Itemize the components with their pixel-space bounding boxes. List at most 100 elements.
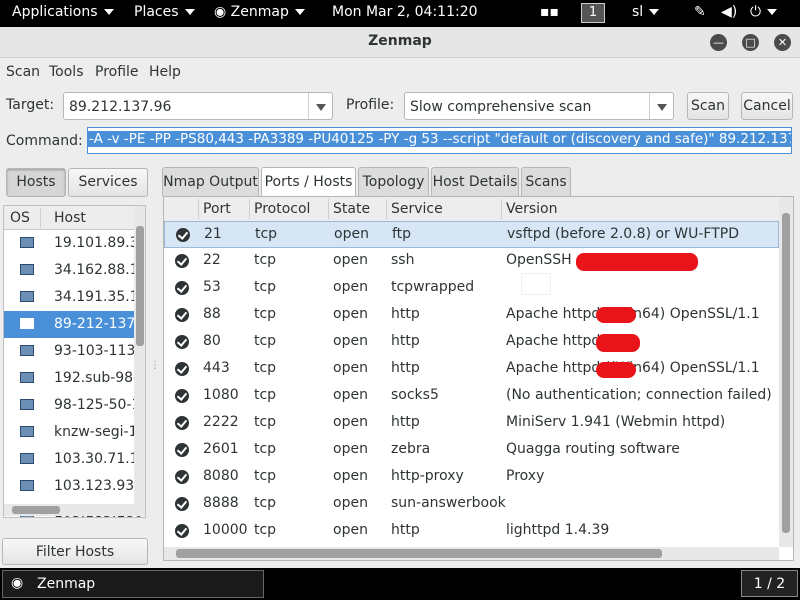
app-menu[interactable]: ◉ Zenmap	[214, 4, 305, 20]
menu-profile[interactable]: Profile	[95, 64, 139, 80]
host-list-vscroll-thumb[interactable]	[136, 226, 144, 346]
host-row[interactable]: 103.30.71.1	[4, 446, 139, 473]
col-service[interactable]: Service	[391, 201, 443, 217]
cell-service: http	[391, 414, 420, 430]
ports-hscroll[interactable]	[164, 547, 779, 560]
command-input[interactable]: -A -v -PE -PP -PS80,443 -PA3389 -PU40125…	[87, 127, 792, 154]
cell-protocol: tcp	[254, 495, 277, 511]
col-os[interactable]: OS	[10, 210, 30, 226]
tab-host-details[interactable]: Host Details	[431, 167, 519, 196]
col-port[interactable]: Port	[203, 201, 231, 217]
port-row[interactable]: 443tcpopenhttpApache httpd ((Win64) Open…	[164, 356, 779, 383]
power-icon[interactable]: ⏻	[750, 4, 778, 20]
clock[interactable]: Mon Mar 2, 04:11:20	[332, 4, 478, 20]
target-input[interactable]: 89.212.137.96	[69, 99, 171, 115]
cell-service: http	[391, 306, 420, 322]
host-name: 19.101.89.3	[54, 235, 139, 251]
cell-service: socks5	[391, 387, 439, 403]
host-row[interactable]: 103.123.93.	[4, 473, 139, 500]
maximize-button[interactable]: □	[742, 34, 759, 51]
cell-port: 80	[203, 333, 221, 349]
host-row[interactable]: 34.162.88.1	[4, 257, 139, 284]
monitor-icon	[20, 372, 34, 383]
menu-scan[interactable]: Scan	[6, 64, 40, 80]
col-version[interactable]: Version	[506, 201, 557, 217]
cell-state: open	[333, 495, 368, 511]
cancel-button[interactable]: Cancel	[741, 92, 793, 120]
port-row[interactable]: 53 tcp open tcpwrapped	[164, 275, 779, 302]
port-row[interactable]: 10000 tcp open http lighttpd 1.4.39	[164, 518, 779, 545]
close-button[interactable]: ✕	[774, 34, 791, 51]
col-host[interactable]: Host	[54, 210, 86, 226]
host-row[interactable]: 34.191.35.1	[4, 284, 139, 311]
monitor-icon	[20, 237, 34, 248]
port-row[interactable]: 2601 tcp open zebra Quagga routing software	[164, 437, 779, 464]
cell-version: Apache httpd	[506, 333, 601, 349]
chevron-down-icon[interactable]	[308, 93, 332, 119]
workspace-indicator[interactable]: 1	[581, 3, 605, 23]
tab-ports-hosts[interactable]: Ports / Hosts	[261, 167, 356, 197]
host-name: 89-212-137	[54, 316, 136, 332]
host-row[interactable]: 192.sub-98-	[4, 365, 138, 392]
host-list-vscroll[interactable]	[134, 206, 145, 516]
scan-button[interactable]: Scan	[687, 92, 729, 120]
keyboard-layout[interactable]: sl	[632, 4, 660, 20]
host-row[interactable]: 93-103-113	[4, 338, 135, 365]
taskbar-item-zenmap[interactable]: ◉ Zenmap	[2, 570, 264, 598]
cell-port: 10000	[203, 522, 248, 538]
port-row[interactable]: 1080 tcp open socks5 (No authentication; con…	[164, 383, 779, 410]
monitor-icon	[20, 264, 34, 275]
open-status-icon	[175, 308, 189, 322]
minimize-button[interactable]: —	[710, 34, 727, 51]
places-menu[interactable]: Places	[134, 4, 195, 20]
network-icon[interactable]: ✎	[694, 4, 706, 20]
menu-bar: Scan Tools Profile Help	[0, 58, 800, 85]
port-row[interactable]: 21 tcp open ftp vsftpd (before 2.0.8) or WU-…	[164, 221, 779, 248]
target-combo[interactable]: 89.212.137.96	[63, 92, 333, 120]
menu-tools[interactable]: Tools	[49, 64, 84, 80]
host-list[interactable]: OS Host 19.101.89.3 34.162.88.1 34.191.35.…	[3, 205, 146, 518]
col-protocol[interactable]: Protocol	[254, 201, 310, 217]
hosts-button[interactable]: Hosts	[6, 168, 66, 197]
ports-table[interactable]: Port Protocol State Service Version 21 tc…	[163, 196, 794, 561]
volume-icon[interactable]: ◀)	[721, 4, 737, 20]
cell-port: 8888	[203, 495, 239, 511]
services-button[interactable]: Services	[68, 168, 148, 197]
host-list-hscroll[interactable]	[4, 504, 134, 516]
tab-topology[interactable]: Topology	[358, 167, 429, 196]
cell-protocol: tcp	[254, 279, 277, 295]
port-row[interactable]: 8080 tcp open http-proxy Proxy	[164, 464, 779, 491]
tab-scans[interactable]: Scans	[521, 167, 571, 196]
host-list-hscroll-thumb[interactable]	[12, 506, 60, 514]
host-row[interactable]: 19.101.89.3	[4, 230, 139, 257]
command-text: -A -v -PE -PP -PS80,443 -PA3389 -PU40125…	[88, 131, 791, 147]
ports-vscroll-thumb[interactable]	[782, 213, 790, 533]
redaction-mark	[576, 253, 698, 271]
col-state[interactable]: State	[333, 201, 370, 217]
port-row[interactable]: 80 tcp open http Apache httpd	[164, 329, 779, 356]
cell-service: http	[391, 333, 420, 349]
camera-icon[interactable]: ▪▪	[540, 4, 559, 20]
host-name: 103.123.93.	[54, 478, 139, 494]
cell-port: 53	[203, 279, 221, 295]
cell-protocol: tcp	[254, 333, 277, 349]
tab-nmap-output[interactable]: Nmap Output	[162, 167, 259, 196]
host-row[interactable]: 89-212-137	[4, 311, 136, 338]
cell-state: open	[333, 279, 368, 295]
host-row[interactable]: 98-125-50-1	[4, 392, 140, 419]
chevron-down-icon[interactable]	[649, 93, 673, 119]
host-row[interactable]: knzw-segi-1	[4, 419, 137, 446]
profile-combo[interactable]: Slow comprehensive scan	[404, 92, 674, 120]
port-row[interactable]: 2222 tcp open http MiniServ 1.941 (Webmin ht…	[164, 410, 779, 437]
command-label: Command:	[6, 133, 83, 149]
applications-menu[interactable]: Applications	[12, 4, 114, 20]
cell-state: open	[333, 414, 368, 430]
port-row[interactable]: 88tcpopenhttpApache httpd ((Win64) OpenS…	[164, 302, 779, 329]
ports-hscroll-thumb[interactable]	[176, 549, 662, 558]
pane-divider-handle[interactable]: ⋮	[150, 360, 160, 371]
ports-vscroll[interactable]	[779, 197, 793, 547]
filter-hosts-button[interactable]: Filter Hosts	[2, 538, 148, 565]
workspace-pager[interactable]: 1 / 2	[741, 570, 798, 597]
port-row[interactable]: 8888 tcp open sun-answerbook	[164, 491, 779, 518]
menu-help[interactable]: Help	[149, 64, 181, 80]
